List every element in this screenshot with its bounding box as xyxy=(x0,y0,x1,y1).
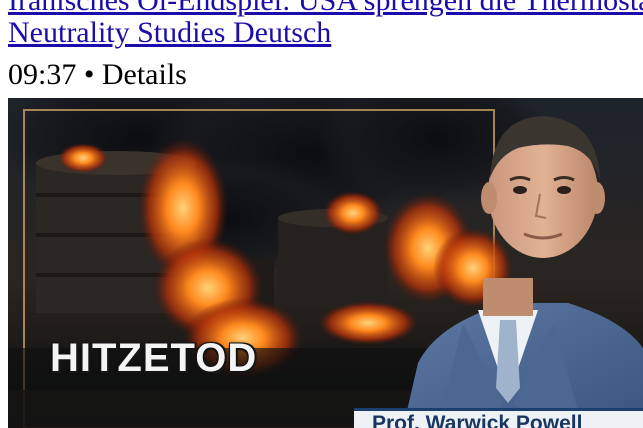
presenter-name: Prof. Warwick Powell xyxy=(372,412,583,428)
video-title-link[interactable]: Iranisches Öl-Endspiel: USA sprengen die… xyxy=(8,0,643,16)
channel-link[interactable]: Neutrality Studies Deutsch xyxy=(8,16,331,50)
video-thumbnail[interactable]: HITZETOD Prof. Warwick Powell xyxy=(8,98,643,428)
video-meta: 09:37 • Details xyxy=(8,58,187,92)
meta-separator: • xyxy=(83,58,95,91)
thumbnail-overlay-title: HITZETOD xyxy=(50,336,258,380)
details-label: Details xyxy=(101,58,187,91)
video-duration: 09:37 xyxy=(8,58,77,91)
presenter-name-plate: Prof. Warwick Powell xyxy=(354,408,643,428)
